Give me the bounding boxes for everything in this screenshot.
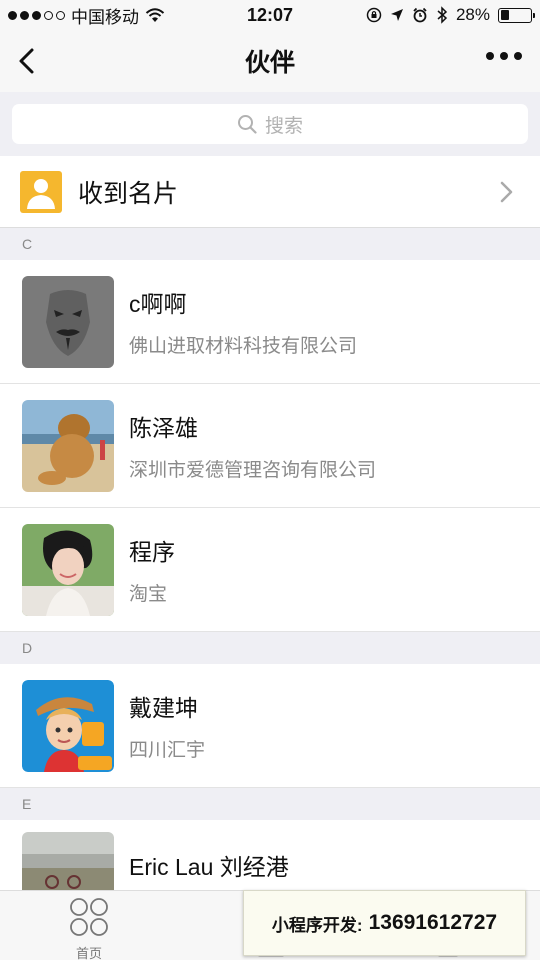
more-options-icon[interactable] xyxy=(486,52,522,60)
tab-home-label: 首页 xyxy=(75,946,102,960)
location-arrow-icon xyxy=(390,9,403,21)
avatar xyxy=(22,832,114,890)
contact-name: 陈泽雄 xyxy=(129,415,198,441)
contact-company: 四川汇宇 xyxy=(129,740,206,761)
received-cards-label: 收到名片 xyxy=(78,179,179,208)
avatar xyxy=(22,679,114,772)
wifi-icon xyxy=(145,8,165,22)
status-bar: 中国移动 12:07 28% xyxy=(0,0,540,30)
avatar xyxy=(22,523,114,616)
contact-name: 程序 xyxy=(129,539,175,565)
page-title: 伙伴 xyxy=(244,49,295,77)
search-input[interactable]: 搜索 xyxy=(12,104,528,144)
search-placeholder: 搜索 xyxy=(264,115,303,137)
promo-banner: 小程序开发: 13691612727 xyxy=(243,890,526,956)
promo-phone: 13691612727 xyxy=(368,911,498,934)
battery-percent: 28% xyxy=(455,5,490,24)
search-icon xyxy=(237,115,257,134)
signal-strength-icon xyxy=(8,10,65,20)
section-header-d: D xyxy=(0,632,540,664)
search-bar: 搜索 xyxy=(0,92,540,156)
contact-item[interactable]: c啊啊 佛山进取材料科技有限公司 xyxy=(0,260,540,384)
tab-home[interactable]: 首页 xyxy=(62,897,116,960)
contact-item[interactable]: 戴建坤 四川汇宇 xyxy=(0,664,540,788)
avatar xyxy=(22,399,114,492)
received-cards-entry[interactable]: 收到名片 xyxy=(0,156,540,228)
avatar xyxy=(22,275,114,368)
battery-icon xyxy=(498,7,535,23)
contact-company: 佛山进取材料科技有限公司 xyxy=(129,336,358,357)
contact-name: Eric Lau 刘经港 xyxy=(129,854,289,880)
contact-company: 淘宝 xyxy=(129,584,168,605)
contact-item[interactable]: 程序 淘宝 xyxy=(0,508,540,632)
contact-name: 戴建坤 xyxy=(129,695,198,721)
back-arrow-icon[interactable] xyxy=(12,44,46,78)
contact-name: c啊啊 xyxy=(129,291,187,317)
chevron-right-icon xyxy=(500,181,513,202)
home-grid-icon xyxy=(70,898,108,936)
contact-item[interactable]: 陈泽雄 深圳市爱德管理咨询有限公司 xyxy=(0,384,540,508)
section-header-e: E xyxy=(0,788,540,820)
contact-item[interactable]: Eric Lau 刘经港 xyxy=(0,820,540,890)
carrier-name: 中国移动 xyxy=(71,7,139,27)
alarm-icon xyxy=(413,7,427,23)
business-card-icon xyxy=(20,170,62,213)
promo-label: 小程序开发: xyxy=(271,915,363,935)
section-header-c: C xyxy=(0,228,540,260)
rotation-lock-icon xyxy=(366,7,382,23)
contact-company: 深圳市爱德管理咨询有限公司 xyxy=(129,460,377,481)
bluetooth-icon xyxy=(437,6,448,24)
navigation-bar: 伙伴 xyxy=(0,30,540,92)
